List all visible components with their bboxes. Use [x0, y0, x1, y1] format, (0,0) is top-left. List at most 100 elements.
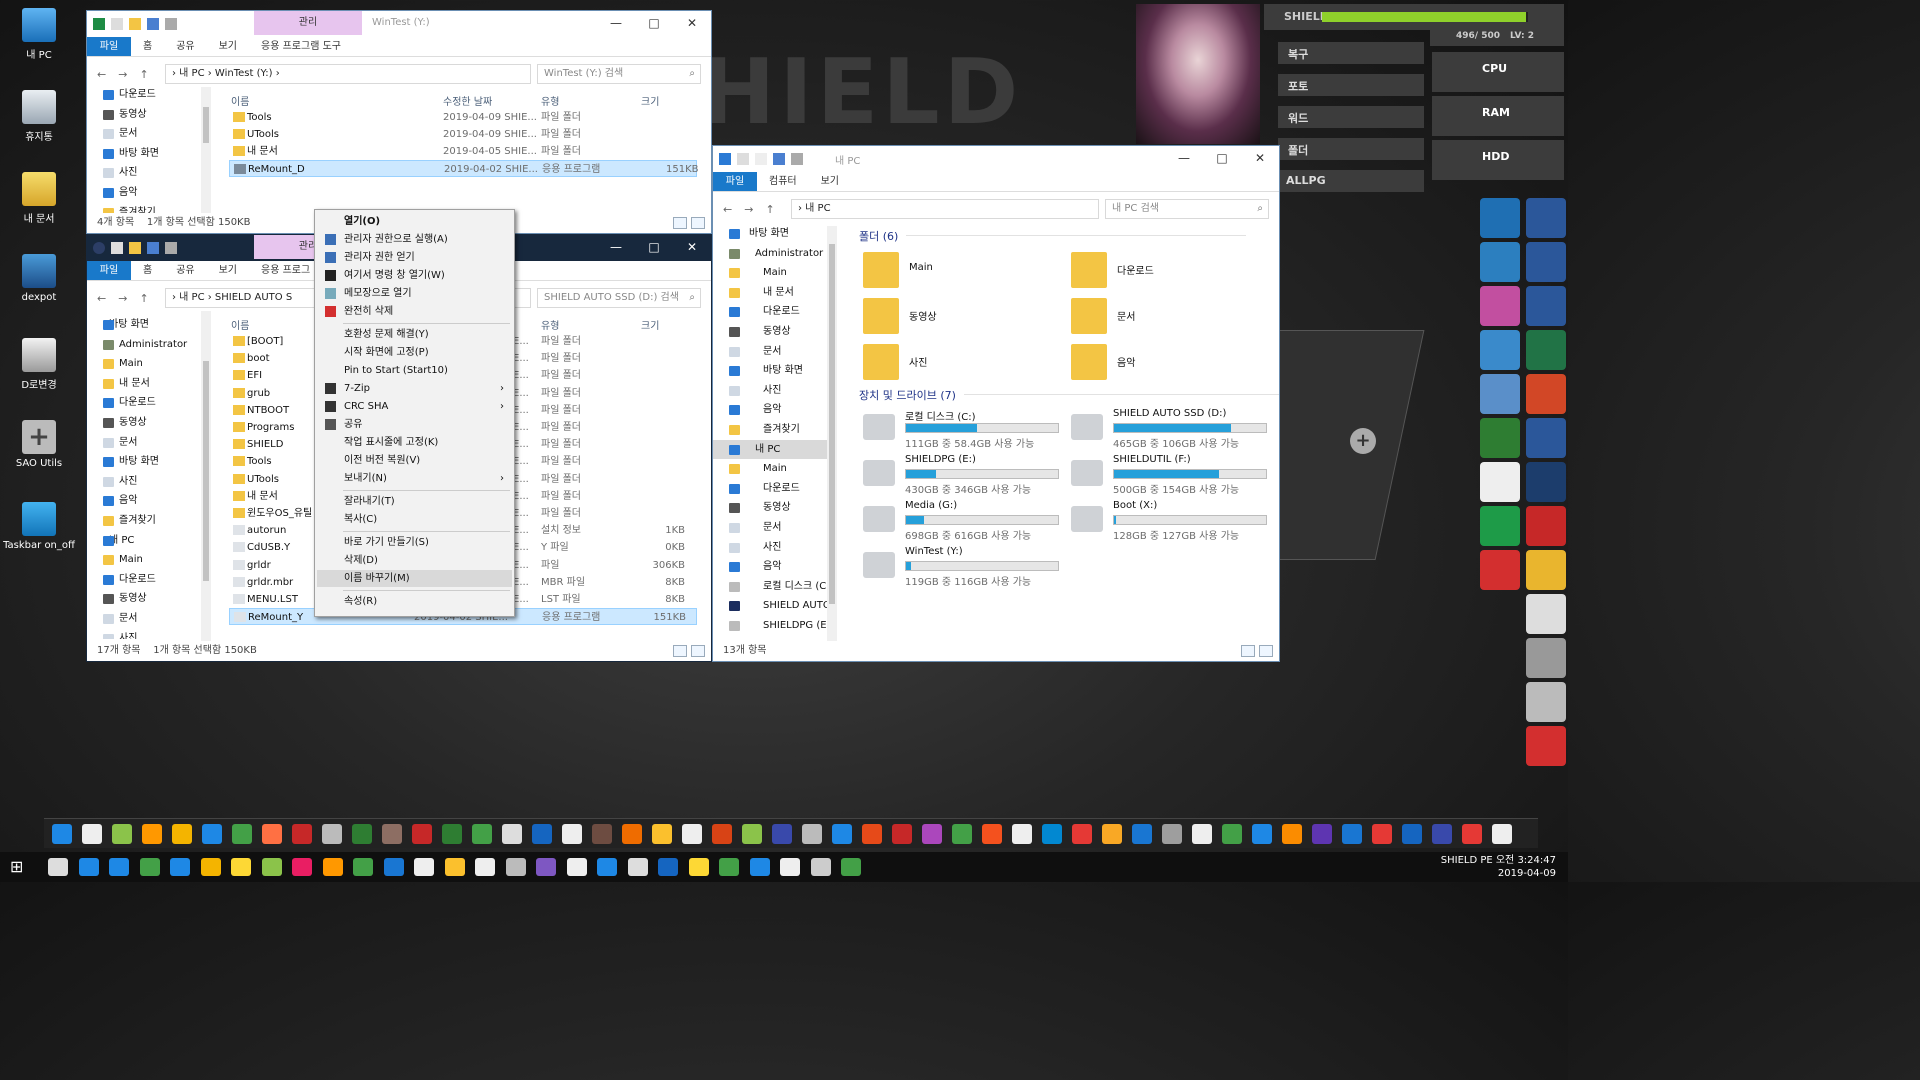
column-name[interactable]: 이름	[231, 317, 249, 332]
details-view-button[interactable]	[673, 217, 687, 229]
search-input[interactable]: SHIELD AUTO SSD (D:) 검색	[537, 288, 701, 308]
dock-app-icon[interactable]	[592, 824, 612, 844]
tab-view[interactable]: 보기	[207, 37, 249, 56]
nav-item-desktop[interactable]: 바탕 화면	[87, 315, 215, 335]
drive-e[interactable]: SHIELDPG (E:) 430GB 중 346GB 사용 가능	[863, 454, 1063, 496]
back-button[interactable]: ←	[97, 292, 106, 305]
taskbar-app-icon[interactable]	[414, 858, 434, 876]
nav-item-drive-e[interactable]: SHIELDPG (E:)	[713, 616, 827, 636]
taskbar-app-icon[interactable]	[719, 858, 739, 876]
word-icon[interactable]	[1526, 198, 1566, 238]
new-folder-icon[interactable]	[755, 153, 767, 165]
nav-item-favorites[interactable]: 즐겨찾기	[87, 511, 215, 531]
dock-app-icon[interactable]	[1342, 824, 1362, 844]
undo-icon[interactable]	[147, 18, 159, 30]
forward-button[interactable]: →	[744, 203, 753, 216]
dock-app-icon[interactable]	[1462, 824, 1482, 844]
nav-item-pictures-2[interactable]: 사진	[87, 629, 215, 639]
nav-item-documents[interactable]: 문서	[87, 124, 215, 144]
hud-menu-folder[interactable]: 폴더	[1278, 138, 1424, 160]
menu-item[interactable]: 관리자 권한 얻기	[317, 249, 512, 266]
large-icons-view-button[interactable]	[691, 217, 705, 229]
dock-app-icon[interactable]	[742, 824, 762, 844]
app-icon[interactable]	[1526, 682, 1566, 722]
search-input[interactable]: 내 PC 검색	[1105, 199, 1269, 219]
dock-app-icon[interactable]	[562, 824, 582, 844]
nav-item-main[interactable]: Main	[87, 354, 215, 374]
desktop-icon-dexpot[interactable]: dexpot	[0, 254, 78, 303]
dock-app-icon[interactable]	[772, 824, 792, 844]
nav-item-downloads-2[interactable]: 다운로드	[713, 479, 827, 499]
menu-item[interactable]: 완전히 삭제	[317, 303, 512, 320]
nav-item-music-2[interactable]: 음악	[713, 557, 827, 577]
menu-item[interactable]: 이름 바꾸기(M)	[317, 570, 512, 587]
menu-item[interactable]: Pin to Start (Start10)	[317, 362, 512, 379]
undo-icon[interactable]	[773, 153, 785, 165]
tab-computer[interactable]: 컴퓨터	[757, 172, 809, 191]
forward-button[interactable]: →	[118, 292, 127, 305]
dock-app-icon[interactable]	[862, 824, 882, 844]
details-view-button[interactable]	[1241, 645, 1255, 657]
file-row[interactable]: UTools 2019-04-09 SHIE... 파일 폴더	[229, 126, 697, 143]
redo-icon[interactable]	[165, 242, 177, 254]
dock-app-icon[interactable]	[412, 824, 432, 844]
maximize-button[interactable]: □	[635, 235, 673, 259]
app-icon[interactable]	[1526, 594, 1566, 634]
menu-item[interactable]: 공유	[317, 416, 512, 433]
menu-item[interactable]: 보내기(N) ›	[317, 470, 512, 487]
word-icon[interactable]	[1526, 418, 1566, 458]
dock-app-icon[interactable]	[232, 824, 252, 844]
hud-menu-word[interactable]: 워드	[1278, 106, 1424, 128]
nav-item-drive-d[interactable]: SHIELD AUTO	[713, 596, 827, 616]
redo-icon[interactable]	[165, 18, 177, 30]
folder-icon[interactable]	[129, 18, 141, 30]
drive-d[interactable]: SHIELD AUTO SSD (D:) 465GB 중 106GB 사용 가능	[1071, 408, 1271, 450]
folder-main[interactable]: Main	[863, 252, 1063, 296]
refresh-icon[interactable]	[1480, 506, 1520, 546]
desktop-icon-recycle-bin[interactable]: 휴지통	[0, 90, 78, 143]
nav-item-pictures[interactable]: 사진	[713, 381, 827, 401]
column-size[interactable]: 크기	[641, 93, 659, 108]
dock-app-icon[interactable]	[1012, 824, 1032, 844]
nav-item-downloads[interactable]: 다운로드	[87, 85, 215, 105]
dock-app-icon[interactable]	[1492, 824, 1512, 844]
monitor-icon[interactable]	[1480, 374, 1520, 414]
menu-item[interactable]: 바로 가기 만들기(S)	[317, 534, 512, 551]
drive-x[interactable]: Boot (X:) 128GB 중 127GB 사용 가능	[1071, 500, 1271, 542]
taskbar-app-icon[interactable]	[170, 858, 190, 876]
tab-view[interactable]: 보기	[809, 172, 851, 191]
dock-app-icon[interactable]	[1042, 824, 1062, 844]
taskbar-app-icon[interactable]	[109, 858, 129, 876]
dock-app-icon[interactable]	[1222, 824, 1242, 844]
dock-app-icon[interactable]	[1432, 824, 1452, 844]
menu-item[interactable]: CRC SHA ›	[317, 398, 512, 415]
nav-item-music[interactable]: 음악	[87, 183, 215, 203]
nav-item-videos-2[interactable]: 동영상	[713, 498, 827, 518]
back-button[interactable]: ←	[97, 68, 106, 81]
folder-documents[interactable]: 문서	[1071, 298, 1271, 342]
taskbar-app-icon[interactable]	[505, 858, 526, 876]
maximize-button[interactable]: □	[1203, 146, 1241, 170]
dock-app-icon[interactable]	[1102, 824, 1122, 844]
nav-item-my-documents[interactable]: 내 문서	[713, 283, 827, 303]
nav-item-my-documents[interactable]: 내 문서	[87, 374, 215, 394]
nav-item-music[interactable]: 음악	[87, 491, 215, 511]
taskbar-app-icon[interactable]	[322, 858, 343, 876]
dock-app-icon[interactable]	[712, 824, 732, 844]
tab-file[interactable]: 파일	[713, 172, 757, 191]
dock-app-icon[interactable]	[442, 824, 462, 844]
dock-app-icon[interactable]	[172, 824, 192, 844]
taskbar-app-icon[interactable]	[627, 858, 648, 876]
taskbar-app-icon[interactable]	[353, 858, 373, 876]
menu-item[interactable]: 7-Zip ›	[317, 380, 512, 397]
column-name[interactable]: 이름	[231, 93, 249, 108]
dock-app-icon[interactable]	[82, 824, 102, 844]
folder-icon[interactable]	[129, 242, 141, 254]
dock-app-icon[interactable]	[1402, 824, 1422, 844]
taskbar-app-icon[interactable]	[139, 858, 160, 876]
details-view-button[interactable]	[673, 645, 687, 657]
menu-item[interactable]: 열기(O)	[317, 213, 512, 230]
redo-icon[interactable]	[791, 153, 803, 165]
dock-app-icon[interactable]	[202, 824, 222, 844]
menu-item[interactable]: 삭제(D)	[317, 552, 512, 569]
